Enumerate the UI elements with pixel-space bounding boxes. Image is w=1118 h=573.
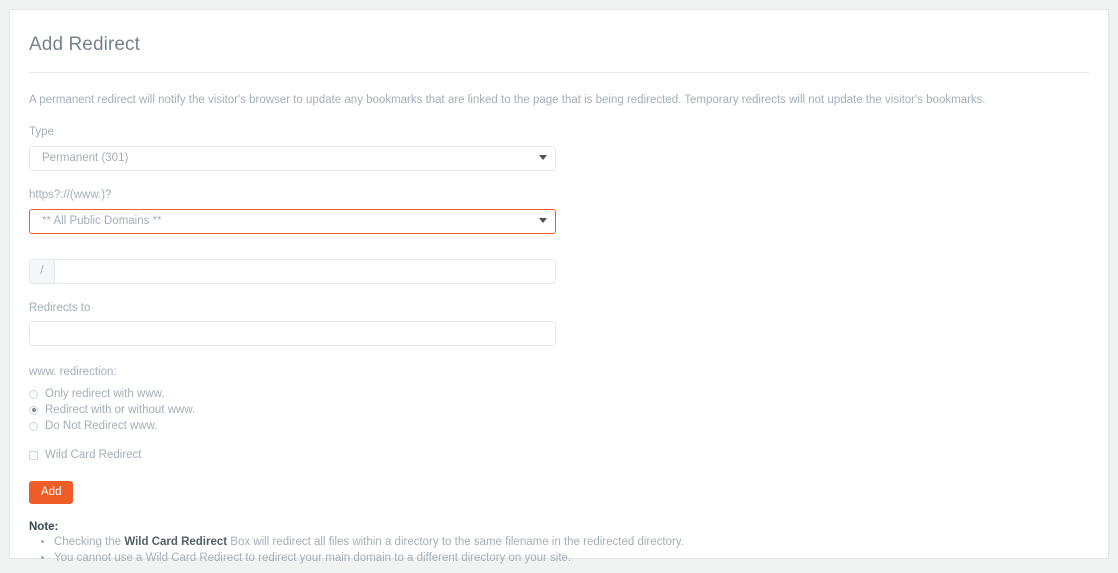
domain-label: https?://(www.)?: [29, 188, 112, 201]
radio-icon[interactable]: [29, 421, 38, 431]
note-item-post: Box will redirect all files within a dir…: [227, 536, 684, 549]
checkbox-icon[interactable]: [29, 450, 38, 460]
www-redirection-label: www. redirection:: [29, 366, 117, 379]
wild-card-redirect-checkbox-row[interactable]: Wild Card Redirect: [29, 447, 1089, 463]
radio-label: Redirect with or without www.: [45, 404, 196, 417]
radio-icon-selected[interactable]: [29, 405, 38, 415]
domain-select[interactable]: ** All Public Domains **: [29, 208, 556, 234]
path-input[interactable]: [54, 258, 556, 284]
redirects-to-label: Redirects to: [29, 301, 91, 314]
note-item-pre: Checking the: [54, 536, 125, 549]
type-select-value[interactable]: Permanent (301): [29, 145, 556, 171]
radio-with-or-without-www[interactable]: Redirect with or without www.: [29, 402, 1089, 418]
note-item-bold: Wild Card Redirect: [124, 536, 228, 549]
radio-label: Do Not Redirect www.: [45, 420, 158, 433]
radio-label: Only redirect with www.: [45, 388, 165, 401]
note-item-pre: You cannot use a Wild Card Redirect to r…: [54, 552, 572, 564]
radio-only-with-www[interactable]: Only redirect with www.: [29, 386, 1089, 402]
type-label: Type: [29, 126, 54, 139]
note-item: You cannot use a Wild Card Redirect to r…: [54, 551, 1089, 567]
chevron-down-icon: [539, 217, 547, 223]
page-background: Add Redirect A permanent redirect will n…: [0, 0, 1118, 573]
note-title: Note:: [29, 521, 59, 534]
add-redirect-card: Add Redirect A permanent redirect will n…: [9, 9, 1109, 564]
domain-select-value[interactable]: ** All Public Domains **: [29, 208, 556, 234]
intro-description: A permanent redirect will notify the vis…: [29, 94, 986, 106]
path-prefix-addon: /: [29, 258, 54, 284]
redirects-to-input[interactable]: [29, 321, 556, 347]
radio-icon[interactable]: [29, 389, 38, 399]
note-list: Checking the Wild Card Redirect Box will…: [29, 535, 1089, 566]
note-item: Checking the Wild Card Redirect Box will…: [54, 535, 1089, 551]
radio-do-not-redirect-www[interactable]: Do Not Redirect www.: [29, 418, 1089, 434]
path-input-group: /: [29, 258, 556, 284]
page-title: Add Redirect: [29, 34, 141, 55]
chevron-down-icon: [539, 154, 547, 160]
wild-card-redirect-label: Wild Card Redirect: [45, 449, 142, 462]
add-button[interactable]: Add: [29, 481, 74, 505]
type-select[interactable]: Permanent (301): [29, 145, 556, 171]
